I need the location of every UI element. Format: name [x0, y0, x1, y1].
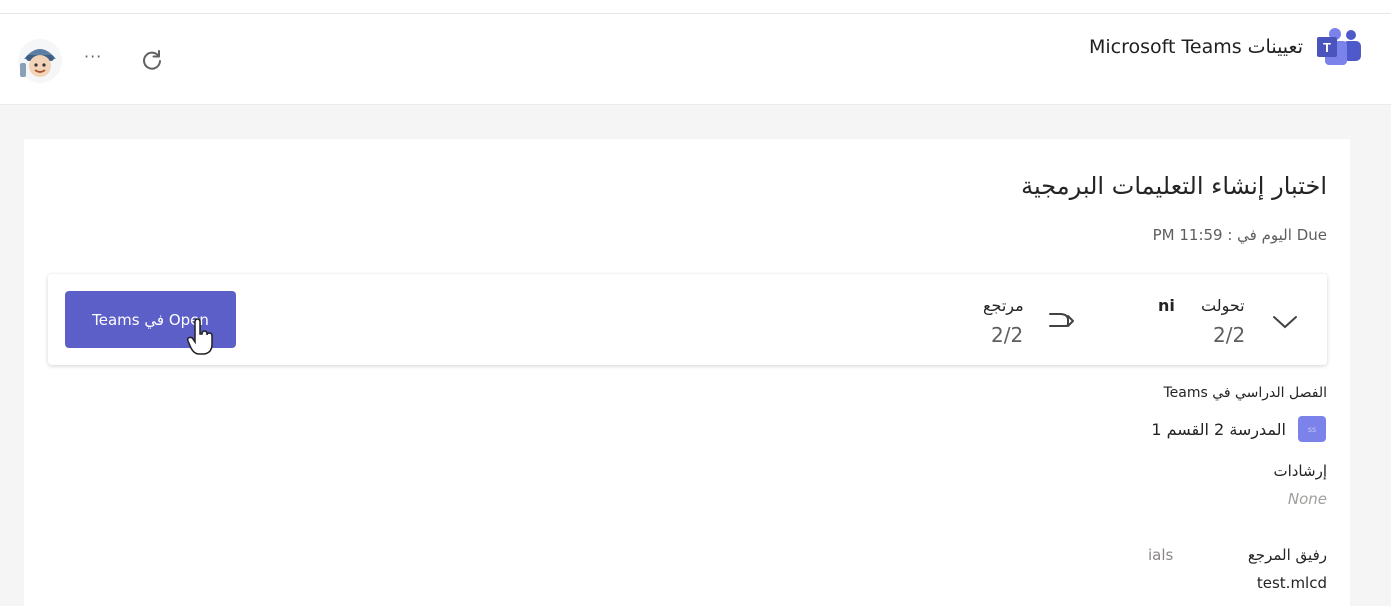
- app-title: تعيينات Microsoft Teams: [1089, 36, 1303, 58]
- class-badge: ss: [1298, 416, 1326, 442]
- turned-in-label: تحولت: [1201, 296, 1245, 315]
- class-name-link[interactable]: المدرسة 2 القسم 1: [1151, 420, 1286, 439]
- instructions-value: None: [1287, 490, 1327, 508]
- instructions-label: إرشادات: [1273, 462, 1327, 480]
- chevron-down-icon[interactable]: [1271, 312, 1299, 332]
- assignment-title: اختبار إنشاء التعليمات البرمجية: [1021, 172, 1327, 200]
- returned-label: مرتجع: [983, 296, 1024, 315]
- hand-cursor-icon: [186, 318, 213, 355]
- user-avatar-icon[interactable]: [16, 37, 64, 85]
- refresh-icon[interactable]: [140, 48, 164, 72]
- return-arrow-icon: [1049, 313, 1074, 327]
- status-summary-card: [48, 274, 1327, 365]
- svg-text:T: T: [1323, 40, 1331, 55]
- class-section-label: الفصل الدراسي في Teams: [1163, 385, 1327, 401]
- turned-in-count: 2/2: [1213, 323, 1246, 347]
- more-options-button[interactable]: ···: [84, 47, 102, 66]
- due-date: Due اليوم في : 11:59 PM: [1152, 226, 1327, 244]
- teams-logo-icon: T: [1317, 28, 1361, 65]
- turned-in-extra: ni: [1158, 296, 1175, 315]
- rubric-value: test.mlcd: [1256, 574, 1327, 592]
- rubric-label: رفيق المرجع: [1247, 546, 1327, 564]
- app-header: [0, 14, 1391, 105]
- returned-count: 2/2: [991, 323, 1024, 347]
- assignment-card: [24, 139, 1350, 606]
- rubric-extra-text: ials: [1148, 546, 1174, 564]
